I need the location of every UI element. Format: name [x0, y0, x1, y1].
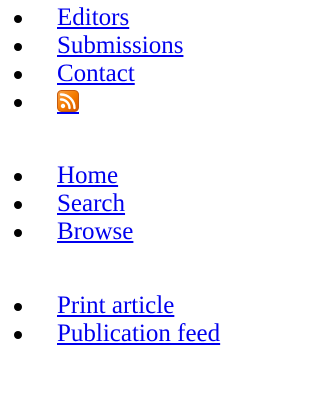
tools-nav-list: Print article Publication feed [0, 292, 267, 348]
browse-link[interactable]: Browse [57, 218, 133, 245]
submissions-link[interactable]: Submissions [57, 32, 183, 59]
editors-link[interactable]: Editors [57, 4, 129, 31]
bullet [14, 71, 22, 79]
search-link[interactable]: Search [57, 190, 125, 217]
bullet [14, 173, 22, 181]
list-item: Editors [0, 4, 267, 32]
bullet [14, 43, 22, 51]
bullet [14, 15, 22, 23]
list-item: Home [0, 162, 267, 190]
list-item: Submissions [0, 32, 267, 60]
list-item: Contact [0, 60, 267, 88]
home-link[interactable]: Home [57, 162, 118, 189]
bullet [14, 99, 22, 107]
bullet [14, 201, 22, 209]
bullet [14, 303, 22, 311]
list-item: Browse [0, 218, 267, 246]
list-item: Search [0, 190, 267, 218]
publication-feed-link[interactable]: Publication feed [57, 320, 220, 347]
secondary-nav-list: Home Search Browse [0, 162, 267, 246]
rss-feed-link[interactable] [57, 90, 79, 114]
rss-feed-icon [57, 90, 79, 112]
list-item: Print article [0, 292, 267, 320]
list-item: Publication feed [0, 320, 267, 348]
bullet [14, 229, 22, 237]
primary-nav-list: Editors Submissions Contact [0, 4, 267, 116]
print-article-link[interactable]: Print article [57, 292, 174, 319]
list-item [0, 88, 267, 116]
contact-link[interactable]: Contact [57, 60, 135, 87]
bullet [14, 331, 22, 339]
